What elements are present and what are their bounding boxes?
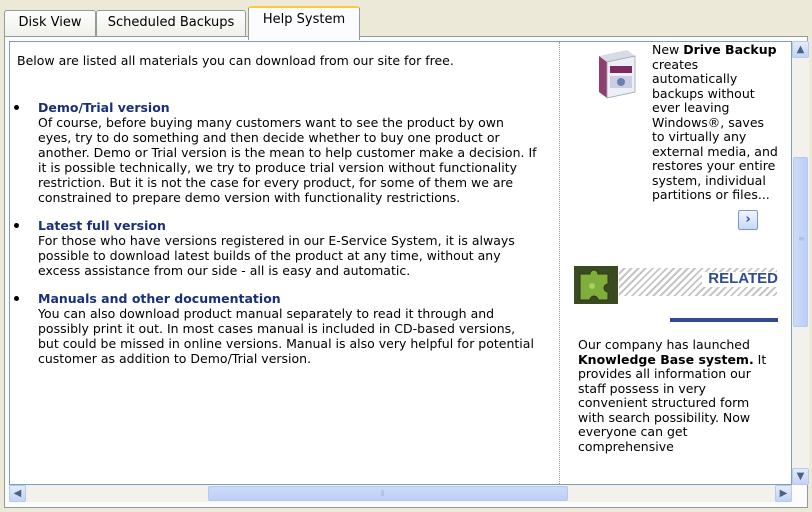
sidebar: New Drive Backup creates automatically b… [564, 42, 782, 484]
help-system-panel: Below are listed all materials you can d… [4, 36, 809, 508]
scroll-right-button[interactable]: ▶ [775, 485, 792, 502]
grip-icon: ⦀ [381, 489, 385, 498]
item-title: Manuals and other documentation [38, 291, 281, 306]
column-divider [559, 42, 560, 484]
tab-help-system[interactable]: Help System [248, 6, 360, 40]
item-title: Latest full version [38, 218, 166, 233]
horizontal-scroll-thumb[interactable]: ⦀ [208, 486, 568, 501]
read-more-button[interactable]: › [738, 210, 758, 230]
bullet-icon [14, 105, 19, 110]
tab-disk-view[interactable]: Disk View [4, 10, 96, 36]
puzzle-icon [574, 266, 618, 304]
scroll-down-button[interactable]: ▼ [792, 468, 809, 485]
scroll-left-button[interactable]: ◀ [9, 485, 26, 502]
promo-prefix: New [652, 42, 684, 57]
scroll-up-button[interactable]: ▲ [792, 41, 809, 58]
tab-scheduled-backups[interactable]: Scheduled Backups [96, 10, 246, 36]
item-text: For those who have versions registered i… [38, 233, 515, 278]
item-text: You can also download product manual sep… [38, 306, 534, 366]
related-title: RELATED [702, 271, 778, 287]
item-title: Demo/Trial version [38, 100, 170, 115]
promo-product-name: Drive Backup [683, 42, 777, 57]
related-underline [670, 318, 778, 322]
list-item: Manuals and other documentation You can … [14, 291, 538, 366]
materials-list: Demo/Trial version Of course, before buy… [14, 100, 538, 379]
vertical-scroll-thumb[interactable]: ≡ [793, 157, 808, 327]
intro-text: Below are listed all materials you can d… [17, 53, 454, 68]
related-text: Our company has launched Knowledge Base … [578, 337, 778, 454]
related-body: It provides all information our staff po… [578, 351, 767, 454]
related-header: RELATED [574, 266, 778, 322]
grip-icon: ≡ [798, 234, 805, 243]
horizontal-scrollbar[interactable]: ◀ ⦀ ▶ [9, 485, 792, 502]
related-highlight: Knowledge Base system. [578, 351, 754, 367]
list-item: Demo/Trial version Of course, before buy… [14, 100, 538, 205]
product-box-image [599, 50, 636, 99]
materials-section: Below are listed all materials you can d… [10, 42, 558, 484]
promo-body: creates automatically backups without ev… [652, 56, 778, 202]
bullet-icon [14, 223, 19, 228]
bullet-icon [14, 296, 19, 301]
list-item: Latest full version For those who have v… [14, 218, 538, 278]
related-prefix: Our company has launched [578, 337, 750, 352]
content-viewport: Below are listed all materials you can d… [9, 41, 792, 485]
item-text: Of course, before buying many customers … [38, 115, 537, 205]
vertical-scrollbar[interactable]: ▲ ≡ ▼ [792, 41, 809, 485]
